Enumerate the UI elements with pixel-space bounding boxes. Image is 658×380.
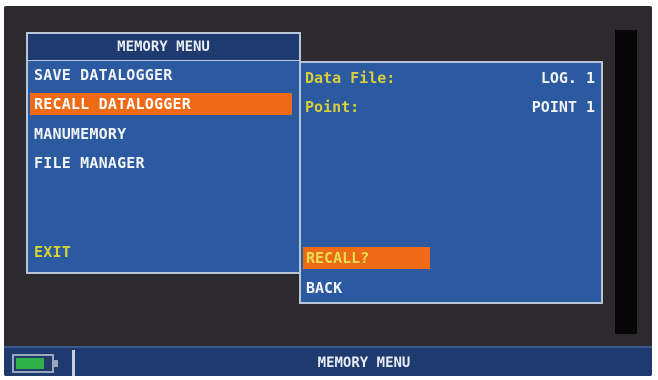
data-file-row[interactable]: Data File: LOG. 1 — [305, 67, 597, 89]
status-bar: MEMORY MENU — [4, 346, 652, 376]
data-file-label: Data File: — [305, 69, 396, 87]
scroll-area — [615, 30, 637, 334]
battery-tip — [54, 360, 58, 367]
data-file-value: LOG. 1 — [540, 69, 595, 87]
memory-menu-panel: MEMORY MENU SAVE DATALOGGER RECALL DATAL… — [26, 32, 301, 274]
point-value: POINT 1 — [531, 98, 595, 116]
battery-icon — [12, 354, 58, 373]
recall-button[interactable]: RECALL? — [303, 247, 430, 269]
back-button[interactable]: BACK — [303, 277, 443, 299]
exit-button[interactable]: EXIT — [30, 241, 292, 263]
recall-detail-panel: Data File: LOG. 1 Point: POINT 1 RECALL?… — [299, 61, 603, 304]
device-screen: MEMORY MENU SAVE DATALOGGER RECALL DATAL… — [4, 6, 652, 376]
status-title: MEMORY MENU — [317, 355, 411, 371]
point-row[interactable]: Point: POINT 1 — [305, 96, 597, 118]
menu-item-file-manager[interactable]: FILE MANAGER — [30, 152, 292, 174]
point-label: Point: — [305, 98, 360, 116]
menu-item-recall-datalogger[interactable]: RECALL DATALOGGER — [30, 93, 292, 115]
battery-level — [16, 358, 44, 369]
menu-title: MEMORY MENU — [28, 34, 299, 61]
menu-item-manumemory[interactable]: MANUMEMORY — [30, 123, 292, 145]
status-divider — [72, 350, 75, 376]
menu-item-save-datalogger[interactable]: SAVE DATALOGGER — [30, 64, 292, 86]
